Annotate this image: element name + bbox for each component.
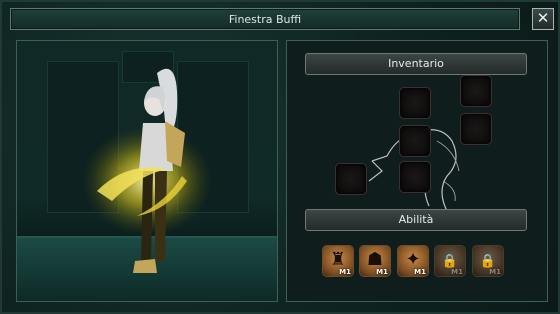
inventory-slot[interactable] <box>399 87 431 119</box>
boots <box>133 259 157 273</box>
buff-window: Finestra Buffi ✕ Inventario Abilità ♜ M1… <box>0 0 560 314</box>
character-preview <box>16 40 278 302</box>
leg-left <box>141 171 153 263</box>
skill-level: M1 <box>339 268 351 276</box>
mask-icon: ☗ <box>366 249 384 270</box>
inventory-slot[interactable] <box>460 75 492 107</box>
buff-panel: Inventario Abilità ♜ M1 ☗ M1 ✦ M1 🔒 M1 🔒… <box>286 40 548 302</box>
inventory-slot[interactable] <box>335 163 367 195</box>
skill-level: M1 <box>376 268 388 276</box>
inventory-slot[interactable] <box>399 161 431 193</box>
skill-level: M1 <box>451 268 463 276</box>
inventory-slot[interactable] <box>460 113 492 145</box>
locked-skill-icon: 🔒 <box>479 254 497 269</box>
ward-icon: ♜ <box>329 249 347 270</box>
skill-shuriken[interactable]: ✦ M1 <box>397 245 429 277</box>
title-bar[interactable]: Finestra Buffi <box>10 8 520 30</box>
window-title: Finestra Buffi <box>228 13 302 26</box>
inventory-header: Inventario <box>305 53 527 75</box>
skill-level: M1 <box>489 268 501 276</box>
skill-ward[interactable]: ♜ M1 <box>322 245 354 277</box>
locked-skill-icon: 🔒 <box>441 254 459 269</box>
close-button[interactable]: ✕ <box>532 8 554 30</box>
skill-locked[interactable]: 🔒 M1 <box>434 245 466 277</box>
shuriken-icon: ✦ <box>405 249 421 270</box>
character-figure <box>82 68 212 273</box>
leg-right <box>155 171 167 261</box>
skills-header: Abilità <box>305 209 527 231</box>
skill-level: M1 <box>414 268 426 276</box>
skill-locked[interactable]: 🔒 M1 <box>472 245 504 277</box>
skill-mask[interactable]: ☗ M1 <box>359 245 391 277</box>
inventory-slot[interactable] <box>399 125 431 157</box>
